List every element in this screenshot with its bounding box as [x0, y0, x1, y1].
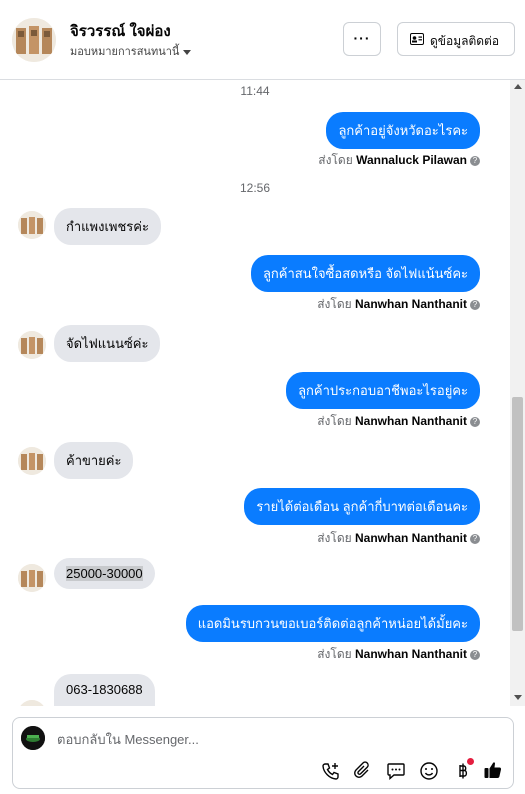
outgoing-message[interactable]: ลูกค้าสนใจซื้อสดหรือ จัดไฟแน้นซ์คะ — [250, 255, 480, 292]
incoming-message[interactable]: 25000-30000 — [54, 558, 155, 589]
chat-icon[interactable] — [386, 761, 406, 781]
outgoing-message[interactable]: ลูกค้าอยู่จังหวัดอะไรคะ — [326, 112, 480, 149]
message-thread[interactable]: 11:44 ลูกค้าอยู่จังหวัดอะไรคะ ส่งโดย Wan… — [0, 80, 510, 706]
incoming-message[interactable]: 063-1830688 — [54, 674, 155, 706]
page-avatar — [21, 726, 45, 750]
sent-by-prefix: ส่งโดย — [317, 414, 352, 428]
scroll-up-icon[interactable] — [514, 84, 522, 89]
caret-down-icon — [183, 49, 192, 55]
selected-text: 25000-30000 — [66, 566, 143, 581]
sender-name[interactable]: Nanwhan Nanthanit — [355, 414, 467, 428]
notification-dot — [467, 758, 474, 765]
sent-by-label: ส่งโดย Nanwhan Nanthanit? — [317, 412, 480, 431]
sent-by-label: ส่งโดย Nanwhan Nanthanit? — [317, 529, 480, 548]
more-options-button[interactable]: ··· — [343, 22, 381, 56]
sender-name[interactable]: Nanwhan Nanthanit — [355, 531, 467, 545]
incoming-message[interactable]: กำแพงเพชรค่ะ — [54, 208, 161, 245]
like-icon[interactable] — [483, 760, 503, 780]
outgoing-message[interactable]: แอดมินรบกวนขอเบอร์ติดต่อลูกค้าหน่อยได้มั… — [185, 605, 480, 642]
outgoing-message[interactable]: รายได้ต่อเดือน ลูกค้ากี่บาทต่อเดือนคะ — [244, 488, 480, 525]
assign-conversation-dropdown[interactable]: มอบหมายการสนทนานี้ — [70, 42, 192, 60]
sent-by-prefix: ส่งโดย — [317, 297, 352, 311]
thread-scrollbar[interactable] — [510, 80, 525, 706]
assign-label: มอบหมายการสนทนานี้ — [70, 46, 180, 58]
conversation-header: จิรวรรณ์ ใจผ่อง มอบหมายการสนทนานี้ ··· ด… — [0, 0, 525, 80]
phone-add-icon[interactable] — [321, 761, 341, 781]
contact-card-icon — [410, 33, 424, 48]
contact-avatar-small — [18, 447, 46, 475]
view-contact-info-label: ดูข้อมูลติดต่อ — [430, 34, 500, 48]
reply-composer — [12, 717, 514, 789]
emoji-icon[interactable] — [419, 761, 439, 781]
reply-input[interactable] — [57, 732, 497, 747]
sent-by-prefix: ส่งโดย — [318, 153, 353, 167]
sender-name[interactable]: Wannaluck Pilawan — [356, 153, 467, 167]
sender-name[interactable]: Nanwhan Nanthanit — [355, 647, 467, 661]
scroll-down-icon[interactable] — [514, 695, 522, 700]
outgoing-message[interactable]: ลูกค้าประกอบอาชีพอะไรอยู่คะ — [286, 372, 480, 409]
sender-name[interactable]: Nanwhan Nanthanit — [355, 297, 467, 311]
timestamp: 12:56 — [239, 181, 271, 195]
contact-name[interactable]: จิรวรรณ์ ใจผ่อง — [70, 19, 171, 43]
sent-by-prefix: ส่งโดย — [317, 647, 352, 661]
incoming-message[interactable]: จัดไฟแนนซ์ค่ะ — [54, 325, 161, 362]
sent-by-prefix: ส่งโดย — [317, 531, 352, 545]
sent-by-label: ส่งโดย Nanwhan Nanthanit? — [317, 645, 480, 664]
incoming-message[interactable]: ค้าขายค่ะ — [54, 442, 134, 479]
help-icon[interactable]: ? — [470, 155, 480, 166]
scrollbar-thumb[interactable] — [512, 397, 523, 631]
contact-avatar-small — [18, 211, 46, 239]
help-icon[interactable]: ? — [470, 649, 480, 660]
help-icon[interactable]: ? — [470, 299, 480, 310]
attachment-icon[interactable] — [353, 761, 373, 781]
sent-by-label: ส่งโดย Nanwhan Nanthanit? — [317, 295, 480, 314]
sent-by-label: ส่งโดย Wannaluck Pilawan? — [318, 151, 480, 170]
contact-avatar-small — [18, 331, 46, 359]
help-icon[interactable]: ? — [470, 533, 480, 544]
timestamp: 11:44 — [240, 84, 270, 98]
contact-avatar-small — [18, 564, 46, 592]
view-contact-info-button[interactable]: ดูข้อมูลติดต่อ — [397, 22, 515, 56]
contact-avatar[interactable] — [12, 18, 56, 62]
contact-avatar-small — [18, 700, 46, 706]
help-icon[interactable]: ? — [470, 416, 480, 427]
